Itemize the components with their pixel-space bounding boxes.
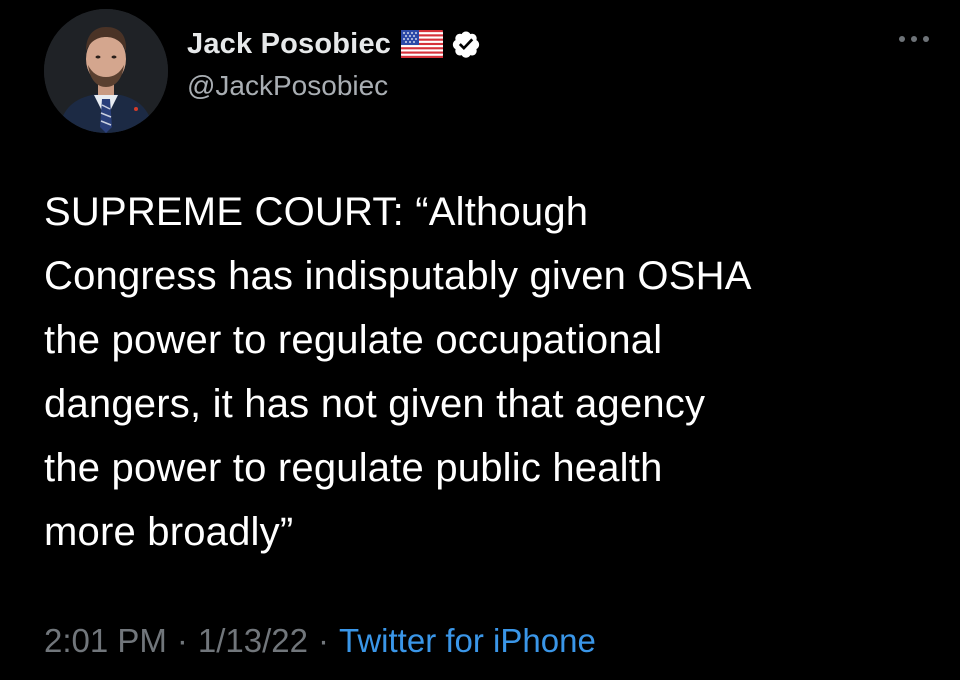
tweet-text: SUPREME COURT: “Although Congress has in… (44, 190, 752, 554)
more-horizontal-icon (899, 36, 929, 42)
tweet-date[interactable]: 1/13/22 (198, 622, 308, 659)
tweet-meta: 2:01 PM · 1/13/22 · Twitter for iPhone (44, 622, 596, 660)
tweet-time[interactable]: 2:01 PM (44, 622, 167, 659)
tweet-source-link[interactable]: Twitter for iPhone (339, 622, 596, 659)
display-name[interactable]: Jack Posobiec (187, 28, 391, 61)
verified-badge-icon (451, 29, 481, 59)
author-info: Jack Posobiec @JackPosobiec (187, 24, 481, 102)
meta-separator: · (176, 622, 188, 659)
tweet: Jack Posobiec @JackPosobiec SUPREME COUR… (0, 0, 960, 680)
handle[interactable]: @JackPosobiec (187, 70, 481, 102)
avatar[interactable] (44, 9, 168, 133)
avatar-photo (44, 9, 168, 133)
meta-separator: · (318, 622, 330, 659)
us-flag-icon (401, 30, 444, 58)
more-options-button[interactable] (894, 26, 934, 52)
name-row: Jack Posobiec (187, 24, 481, 64)
